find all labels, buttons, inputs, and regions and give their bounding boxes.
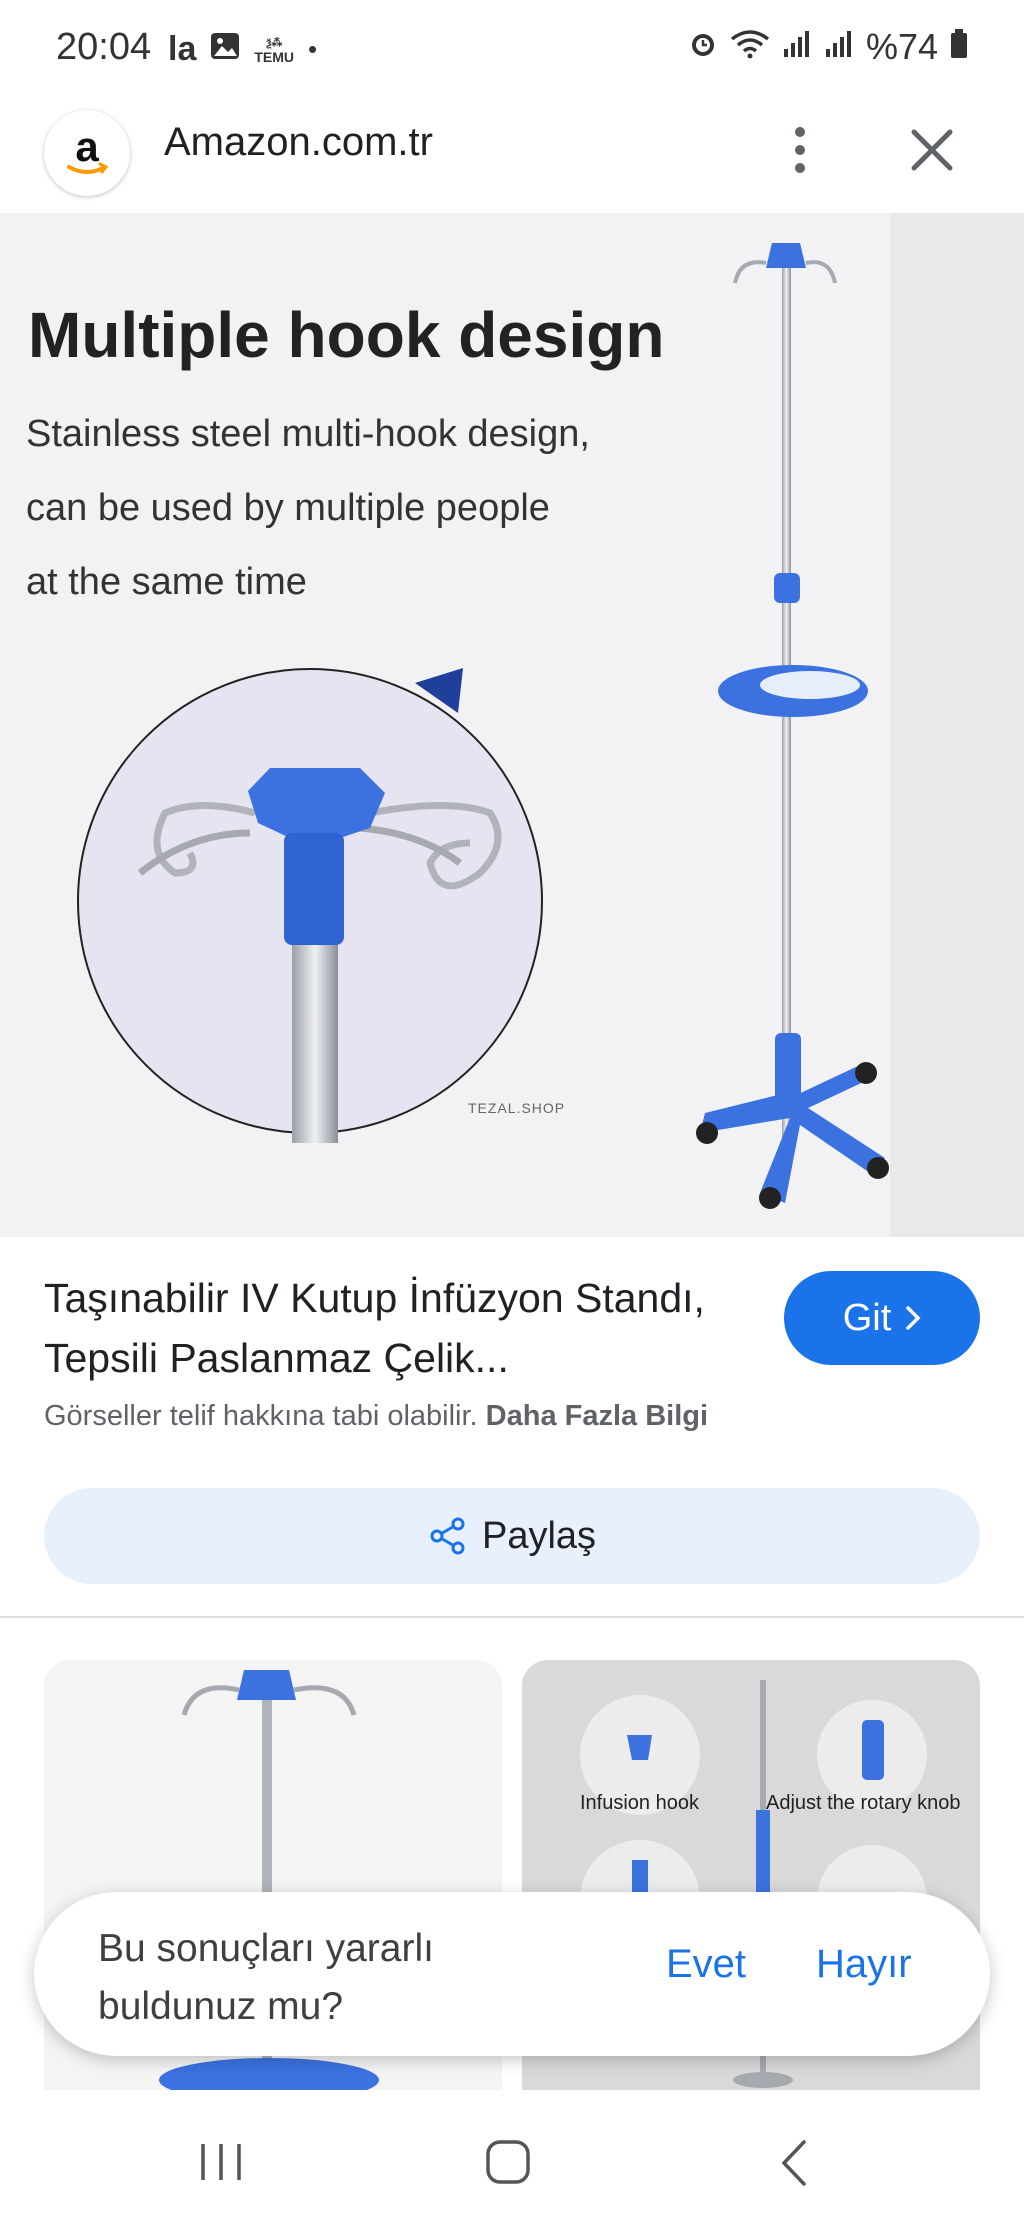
system-icons: %74 [688,26,968,68]
chevron-right-icon [906,1306,921,1330]
home-button[interactable] [484,2138,532,2186]
product-title[interactable]: Taşınabilir IV Kutup İnfüzyon Standı, Te… [44,1268,744,1388]
notification-icons: la ѯ⁂ TEMU • [168,30,317,69]
thumb-label-infusion-hook: Infusion hook [580,1792,699,1814]
close-icon [911,129,953,171]
battery-text: %74 [865,26,938,67]
status-time: 20:04 [56,26,152,68]
signal-icon [782,26,812,68]
copyright-text: Görseller telif hakkına tabi olabilir. [44,1400,478,1432]
more-options-button[interactable] [780,118,820,182]
close-button[interactable] [900,118,964,182]
feedback-no-button[interactable]: Hayır [816,1942,912,1987]
signal-icon [824,26,854,68]
custom-tab-toolbar [0,98,1024,210]
copyright-notice: Görseller telif hakkına tabi olabilir. D… [44,1400,708,1433]
carrier-logo-icon: la [168,30,197,68]
iv-stand-illustration [77,243,889,1209]
amazon-logo-icon: a [44,110,130,196]
more-vert-icon [795,127,805,173]
logo-letter: a [75,123,99,170]
share-button[interactable]: Paylaş [44,1488,980,1584]
battery-icon [950,26,968,68]
dot-icon: • [308,34,318,64]
product-image[interactable]: Multiple hook design Stainless steel mul… [0,213,1024,1237]
more-info-link[interactable]: Daha Fazla Bilgi [486,1400,708,1432]
divider [0,1616,1024,1618]
wifi-icon [730,26,770,68]
temu-app-icon: ѯ⁂ TEMU [254,36,295,65]
image-watermark: TEZAL.SHOP [468,1100,566,1116]
feedback-question: Bu sonuçları yararlı buldunuz mu? [98,1927,434,2028]
recent-apps-button[interactable] [198,2140,244,2184]
site-name: Amazon.com.tr [164,120,433,164]
share-label: Paylaş [481,1514,597,1557]
go-button-label: Git [842,1296,892,1339]
system-nav-bar [0,2100,1024,2219]
alarm-icon [688,26,718,68]
feedback-card: Bu sonuçları yararlı buldunuz mu? Evet H… [34,1892,990,2056]
go-button[interactable]: Git [784,1271,980,1365]
feedback-yes-button[interactable]: Evet [666,1942,746,1987]
back-button[interactable] [778,2138,810,2188]
gallery-icon [210,32,240,68]
thumb-label-rotary-knob: Adjust the rotary knob [766,1792,961,1814]
temu-label: TEMU [254,48,295,65]
share-icon [430,1517,465,1555]
status-bar: 20:04 la ѯ⁂ TEMU • %74 [0,0,1024,98]
